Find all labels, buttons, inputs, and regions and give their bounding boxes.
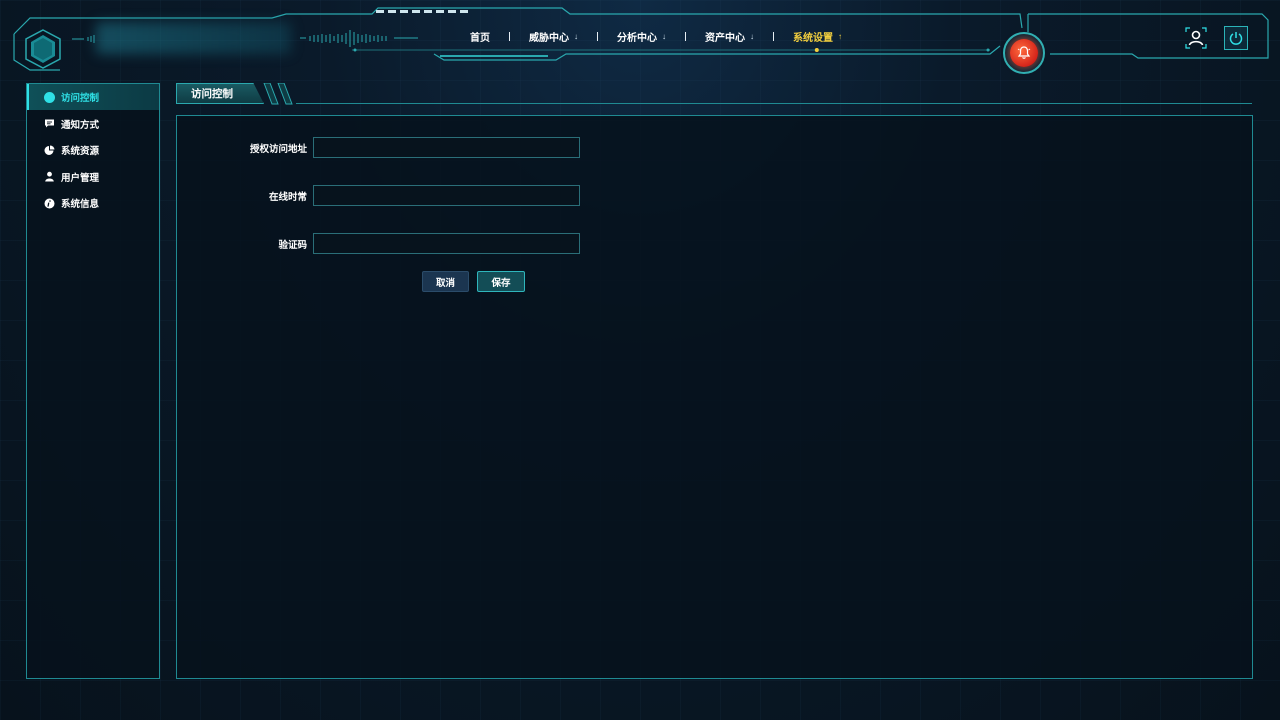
captcha-input[interactable] bbox=[313, 233, 580, 254]
message-icon bbox=[43, 118, 55, 130]
form-row-online-duration: 在线时常 bbox=[177, 185, 580, 206]
sidebar-item-notification[interactable]: 通知方式 bbox=[27, 111, 159, 137]
brand-logo-blurred bbox=[96, 22, 291, 54]
nav-divider bbox=[597, 31, 598, 41]
alarm-bell-icon bbox=[1010, 39, 1038, 67]
page-title: 访问控制 bbox=[191, 88, 233, 100]
nav-item-label: 威胁中心 bbox=[529, 32, 569, 44]
nav-item-label: 分析中心 bbox=[617, 32, 657, 44]
user-icon[interactable] bbox=[1184, 26, 1208, 50]
info-icon bbox=[43, 197, 55, 209]
sidebar-item-access-control[interactable]: 访问控制 bbox=[27, 84, 159, 110]
chevron-down-icon: ↓ bbox=[574, 31, 578, 41]
save-button[interactable]: 保存 bbox=[477, 271, 525, 292]
content-panel: 授权访问地址 在线时常 验证码 取消 保存 bbox=[176, 115, 1253, 679]
user-icon bbox=[43, 171, 55, 183]
sidebar-item-label: 系统资源 bbox=[61, 146, 100, 157]
form-row-captcha: 验证码 bbox=[177, 233, 580, 254]
auth-address-input[interactable] bbox=[313, 137, 580, 158]
auth-address-label: 授权访问地址 bbox=[249, 143, 307, 155]
nav-item-label: 首页 bbox=[470, 32, 490, 44]
nav-divider bbox=[509, 31, 510, 41]
chevron-up-icon: ↑ bbox=[838, 31, 842, 41]
dashboard-icon bbox=[43, 91, 55, 103]
nav-item-asset-center[interactable]: 资产中心 ↓ bbox=[697, 29, 762, 44]
alarm-button[interactable] bbox=[1003, 32, 1045, 74]
power-icon[interactable] bbox=[1224, 26, 1248, 50]
nav-item-home[interactable]: 首页 bbox=[462, 29, 498, 44]
online-duration-input[interactable] bbox=[313, 185, 580, 206]
logo-hexagon-icon bbox=[25, 29, 61, 69]
captcha-label: 验证码 bbox=[278, 239, 307, 251]
title-underline bbox=[296, 103, 1252, 104]
main-nav: 首页 威胁中心 ↓ 分析中心 ↓ 资产中心 ↓ 系统设置 ↑ bbox=[462, 27, 850, 45]
nav-item-analysis-center[interactable]: 分析中心 ↓ bbox=[609, 29, 674, 44]
sidebar-item-label: 用户管理 bbox=[61, 172, 100, 184]
sidebar-item-system-info[interactable]: 系统信息 bbox=[27, 190, 159, 216]
chevron-down-icon: ↓ bbox=[750, 31, 754, 41]
sidebar-item-system-resources[interactable]: 系统资源 bbox=[27, 137, 159, 163]
nav-item-label: 资产中心 bbox=[705, 32, 745, 44]
nav-item-label: 系统设置 bbox=[793, 32, 833, 44]
pie-chart-icon bbox=[43, 144, 55, 156]
sidebar-item-label: 通知方式 bbox=[61, 119, 100, 131]
sidebar: 访问控制 通知方式 系统资源 用户管理 系统信息 bbox=[26, 83, 160, 679]
sidebar-item-user-management[interactable]: 用户管理 bbox=[27, 164, 159, 190]
nav-item-system-settings[interactable]: 系统设置 ↑ bbox=[785, 29, 850, 44]
form-row-auth-address: 授权访问地址 bbox=[177, 137, 580, 158]
nav-item-threat-center[interactable]: 威胁中心 ↓ bbox=[521, 29, 586, 44]
sidebar-item-label: 访问控制 bbox=[61, 93, 100, 104]
title-decoration bbox=[263, 83, 293, 105]
online-duration-label: 在线时常 bbox=[268, 191, 307, 203]
nav-divider bbox=[773, 31, 774, 41]
cancel-button[interactable]: 取消 bbox=[422, 271, 469, 292]
sidebar-item-label: 系统信息 bbox=[61, 199, 100, 210]
page-title-tab: 访问控制 bbox=[176, 83, 264, 104]
nav-divider bbox=[685, 31, 686, 41]
top-header: 首页 威胁中心 ↓ 分析中心 ↓ 资产中心 ↓ 系统设置 ↑ bbox=[0, 0, 1280, 80]
chevron-down-icon: ↓ bbox=[662, 31, 666, 41]
